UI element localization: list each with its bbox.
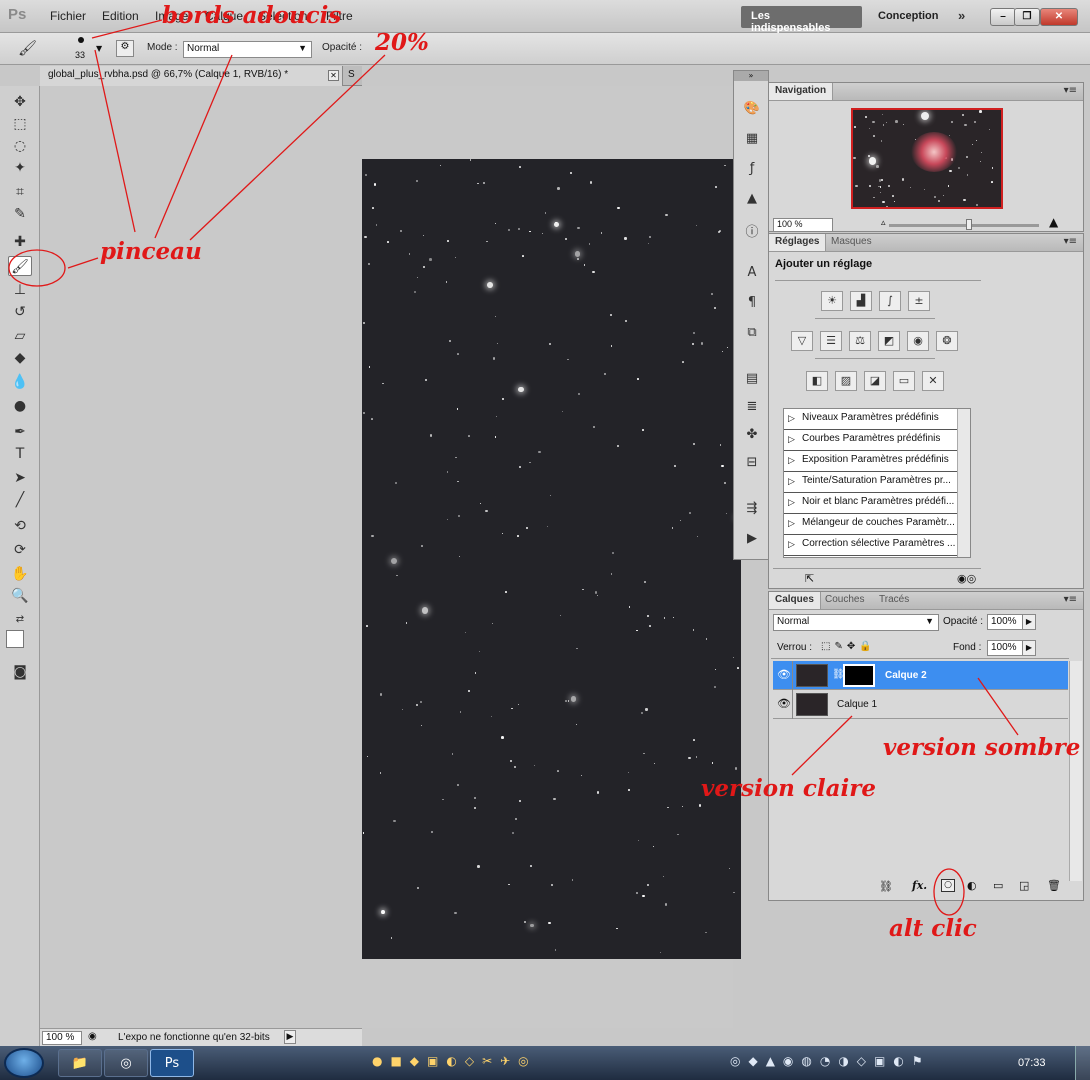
circle-add-mask (933, 868, 965, 916)
arrow-pinceau-tool (67, 257, 99, 269)
arrow-pinceau-opacity (189, 54, 386, 241)
arrow-version-sombre (977, 677, 1019, 736)
annotation-alt-clic: alt clic (889, 915, 977, 942)
arrow-bords-adoucis (91, 19, 163, 39)
annotation-pinceau: pinceau (100, 238, 202, 265)
annotation-bords-adoucis: bords adoucis (162, 2, 342, 29)
annotation-opacity: 20% (375, 29, 429, 56)
annotation-version-sombre: version sombre (883, 734, 1081, 761)
circle-brush-tool (8, 249, 66, 287)
annotation-version-claire: version claire (701, 775, 877, 802)
arrow-version-claire (791, 715, 853, 776)
arrow-pinceau-brush-tip (94, 49, 136, 233)
